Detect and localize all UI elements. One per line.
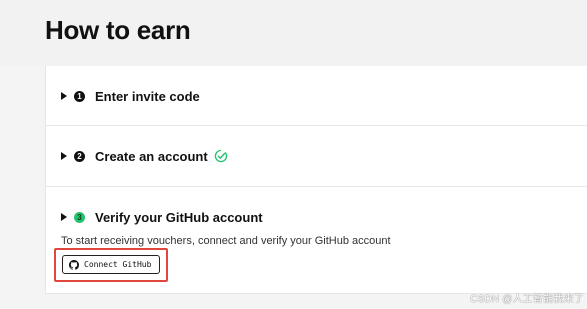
page-title: How to earn xyxy=(45,15,191,45)
step-number-badge: 1 xyxy=(74,90,85,102)
step-header[interactable]: 3 Verify your GitHub account xyxy=(61,207,263,227)
step-header[interactable]: 1 Enter invite code xyxy=(61,86,200,106)
caret-right-icon xyxy=(61,92,67,100)
step-header[interactable]: 2 Create an account xyxy=(61,146,228,166)
check-circle-icon xyxy=(214,149,227,163)
watermark: CSDN @人工智能我来了 xyxy=(470,294,584,305)
caret-right-icon xyxy=(61,152,67,160)
step-number-badge: 3 xyxy=(74,211,85,223)
step-title: Verify your GitHub account xyxy=(95,209,263,225)
page-header: How to earn xyxy=(0,0,587,66)
step-title: Enter invite code xyxy=(95,88,200,104)
connect-github-button[interactable]: Connect GitHub xyxy=(62,255,161,274)
step-enter-invite-code[interactable]: 1 Enter invite code xyxy=(46,66,587,126)
caret-right-icon xyxy=(61,213,67,221)
connect-github-label: Connect GitHub xyxy=(84,260,152,269)
github-icon xyxy=(69,259,79,270)
highlight-box: Connect GitHub xyxy=(54,248,168,282)
step-create-account[interactable]: 2 Create an account xyxy=(46,126,587,187)
step-description: To start receiving vouchers, connect and… xyxy=(61,235,391,247)
step-number-badge: 2 xyxy=(74,150,85,162)
step-title: Create an account xyxy=(95,148,208,164)
